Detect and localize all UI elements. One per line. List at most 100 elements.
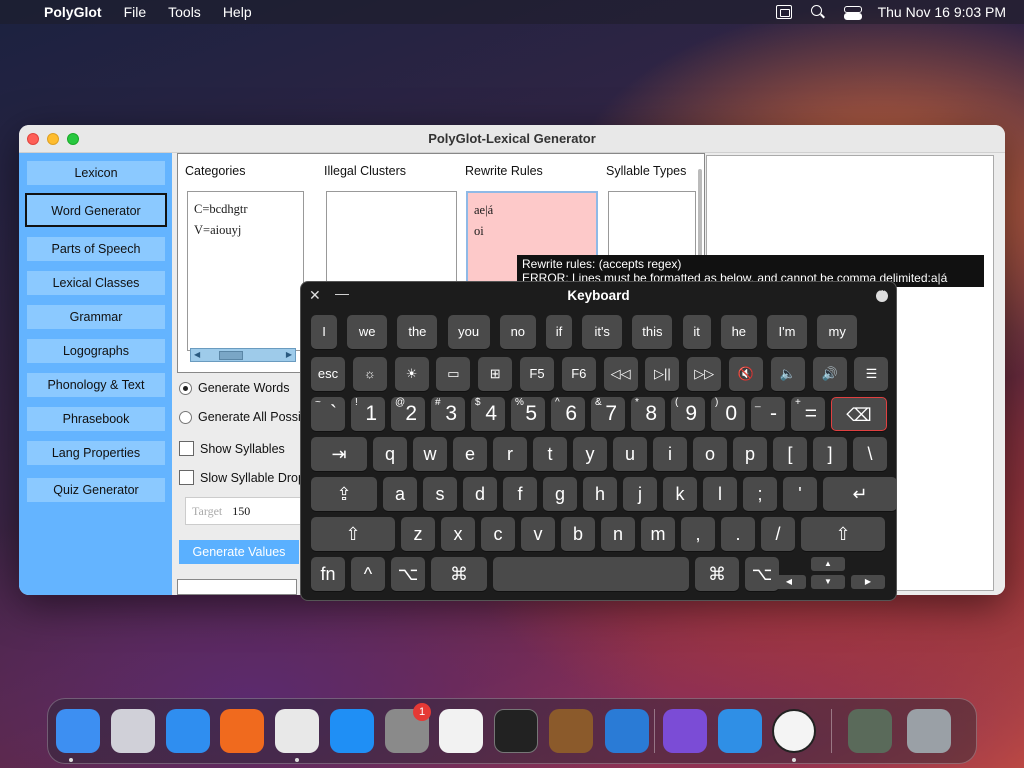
- polyglot-icon[interactable]: [772, 709, 816, 753]
- fn-key-4[interactable]: ⊞: [478, 357, 513, 391]
- scroll-left-icon[interactable]: ◀: [194, 349, 200, 361]
- key-w[interactable]: w: [413, 437, 447, 471]
- number-key-4[interactable]: $4: [471, 397, 505, 431]
- key-x[interactable]: x: [441, 517, 475, 551]
- key-space-row-3[interactable]: ⌘: [431, 557, 487, 591]
- slow-drop-checkbox[interactable]: [179, 470, 194, 485]
- generate-words-option[interactable]: Generate Words: [179, 381, 289, 395]
- generate-values-button[interactable]: Generate Values: [179, 540, 299, 564]
- fn-key-12[interactable]: 🔊: [812, 357, 847, 391]
- sidebar-item-lexicon[interactable]: Lexicon: [27, 161, 165, 185]
- menu-tools[interactable]: Tools: [168, 4, 201, 20]
- key-f[interactable]: f: [503, 477, 537, 511]
- key-tab[interactable]: ⇥: [311, 437, 367, 471]
- sidebar-item-grammar[interactable]: Grammar: [27, 305, 165, 329]
- chrome-icon[interactable]: [275, 709, 319, 753]
- suggestion-7[interactable]: this: [632, 315, 673, 349]
- fn-key-10[interactable]: 🔇: [729, 357, 763, 391]
- scroll-right-icon[interactable]: ▶: [286, 349, 292, 361]
- suggestion-3[interactable]: you: [447, 315, 490, 349]
- safari-icon[interactable]: [166, 709, 210, 753]
- suggestion-0[interactable]: I: [311, 315, 337, 349]
- key-y[interactable]: y: [573, 437, 607, 471]
- key-return[interactable]: ↵: [823, 477, 896, 511]
- suggestion-2[interactable]: the: [397, 315, 438, 349]
- categories-textarea[interactable]: C=bcdhgtr V=aiouyj: [187, 191, 304, 351]
- key-n[interactable]: n: [601, 517, 635, 551]
- arrow-key-0[interactable]: ▲: [811, 557, 845, 571]
- key-/[interactable]: /: [761, 517, 795, 551]
- weather-icon[interactable]: [718, 709, 762, 753]
- show-syllables-checkbox[interactable]: [179, 441, 194, 456]
- suggestion-1[interactable]: we: [347, 315, 388, 349]
- key-t[interactable]: t: [533, 437, 567, 471]
- number-key-7[interactable]: & 7: [591, 397, 625, 431]
- spotlight-search-icon[interactable]: [810, 5, 826, 19]
- scrollbar-thumb[interactable]: [219, 351, 243, 360]
- key-r[interactable]: r: [493, 437, 527, 471]
- show-syllables-option[interactable]: Show Syllables: [179, 441, 285, 456]
- key-j[interactable]: j: [623, 477, 657, 511]
- firefox-icon[interactable]: [220, 709, 264, 753]
- slow-drop-option[interactable]: Slow Syllable Drop: [179, 470, 305, 485]
- sidebar-item-parts-of-speech[interactable]: Parts of Speech: [27, 237, 165, 261]
- results-area[interactable]: [177, 579, 297, 595]
- number-key-9[interactable]: (9: [671, 397, 705, 431]
- key-space-row-1[interactable]: ^: [351, 557, 385, 591]
- key-z[interactable]: z: [401, 517, 435, 551]
- trash-icon[interactable]: [907, 709, 951, 753]
- key-o[interactable]: o: [693, 437, 727, 471]
- launchpad-icon[interactable]: [111, 709, 155, 753]
- number-key-5[interactable]: % 5: [511, 397, 545, 431]
- key-][interactable]: ]: [813, 437, 847, 471]
- menubar-clock[interactable]: Thu Nov 16 9:03 PM: [878, 4, 1006, 20]
- visual-studio-icon[interactable]: [663, 709, 707, 753]
- key-[[interactable]: [: [773, 437, 807, 471]
- delete-key[interactable]: ⌫: [831, 397, 887, 431]
- suggestion-9[interactable]: he: [720, 315, 757, 349]
- key-p[interactable]: p: [733, 437, 767, 471]
- fn-key-2[interactable]: ☀: [394, 357, 429, 391]
- sidebar-item-word-generator[interactable]: Word Generator: [25, 193, 167, 227]
- fn-key-8[interactable]: ▷||: [645, 357, 680, 391]
- key-k[interactable]: k: [663, 477, 697, 511]
- number-key-8[interactable]: * 8: [631, 397, 665, 431]
- finder-icon[interactable]: [56, 709, 100, 753]
- key-i[interactable]: i: [653, 437, 687, 471]
- textedit-icon[interactable]: [439, 709, 483, 753]
- key-left-shift[interactable]: ⇧: [311, 517, 395, 551]
- sidebar-item-lang-properties[interactable]: Lang Properties: [27, 441, 165, 465]
- number-key-6[interactable]: ^ 6: [551, 397, 585, 431]
- key-v[interactable]: v: [521, 517, 555, 551]
- key-a[interactable]: a: [383, 477, 417, 511]
- sidebar-item-lexical-classes[interactable]: Lexical Classes: [27, 271, 165, 295]
- key-u[interactable]: u: [613, 437, 647, 471]
- generate-all-option[interactable]: Generate All Possi: [179, 410, 301, 424]
- fn-key-3[interactable]: ▭: [436, 357, 471, 391]
- fn-key-6[interactable]: F6: [561, 357, 596, 391]
- menu-help[interactable]: Help: [223, 4, 252, 20]
- generate-all-radio[interactable]: [179, 410, 192, 424]
- key-d[interactable]: d: [463, 477, 497, 511]
- suggestion-11[interactable]: my: [817, 315, 858, 349]
- menu-file[interactable]: File: [124, 4, 147, 20]
- sidebar-item-phonology-text[interactable]: Phonology & Text: [27, 373, 165, 397]
- key-space-row-5[interactable]: ⌘: [695, 557, 739, 591]
- window-zoom-button[interactable]: [67, 133, 79, 145]
- suggestion-10[interactable]: I'm: [767, 315, 807, 349]
- key-'[interactable]: ': [783, 477, 817, 511]
- fn-key-13[interactable]: ☰: [854, 357, 889, 391]
- key-caps-lock[interactable]: ⇪: [311, 477, 377, 511]
- suggestion-5[interactable]: if: [546, 315, 572, 349]
- garageband-icon[interactable]: [549, 709, 593, 753]
- vscode-icon[interactable]: [605, 709, 649, 753]
- keyboard-options-icon[interactable]: [876, 285, 888, 302]
- terminal-icon[interactable]: [494, 709, 538, 753]
- number-key-3[interactable]: #3: [431, 397, 465, 431]
- fn-key-0[interactable]: esc: [311, 357, 345, 391]
- key-e[interactable]: e: [453, 437, 487, 471]
- window-minimize-button[interactable]: [47, 133, 59, 145]
- key-right-shift[interactable]: ⇧: [801, 517, 885, 551]
- fn-key-11[interactable]: 🔈: [770, 357, 805, 391]
- window-titlebar[interactable]: PolyGlot-Lexical Generator: [19, 125, 1005, 153]
